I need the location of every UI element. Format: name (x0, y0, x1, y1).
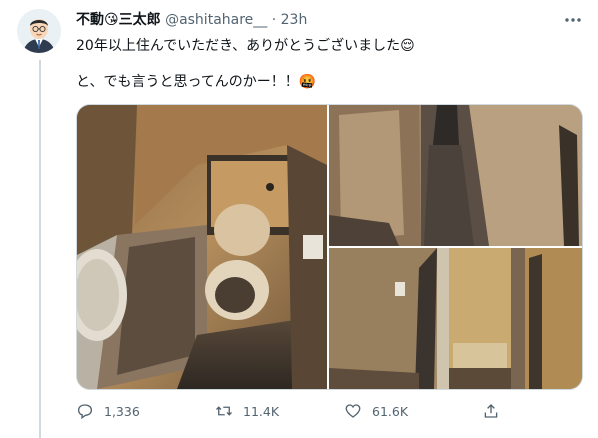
author-name[interactable]: 不動😘三太郎 (76, 12, 161, 28)
retweet-button[interactable]: 11.4K (215, 400, 279, 422)
angry-emoji: 🤬 (298, 74, 317, 90)
retweet-count: 11.4K (243, 403, 280, 419)
reply-button[interactable]: 1,336 (76, 400, 140, 422)
more-button[interactable] (562, 10, 584, 30)
media-grid (76, 104, 583, 390)
tweet-time[interactable]: 23h (281, 12, 308, 28)
reply-count: 1,336 (104, 403, 140, 419)
more-icon (565, 18, 581, 22)
tweet-line-2: と、でも言うと思ってんのかー！！🤬 (76, 74, 317, 90)
photo-bathroom-doorway[interactable] (329, 248, 582, 389)
like-icon (345, 404, 361, 418)
author-name-emoji: 😘 (104, 12, 119, 28)
share-icon (484, 404, 498, 418)
tweet-line-1: 20年以上住んでいただき、ありがとうございました😌 (76, 38, 415, 54)
tweet-actions: 1,336 11.4K 61.6K (76, 400, 581, 422)
relieved-emoji: 😌 (400, 38, 415, 54)
header-separator: · (271, 12, 277, 28)
like-button[interactable]: 61.6K (344, 400, 408, 422)
retweet-icon (216, 406, 232, 416)
thread-line (39, 60, 41, 438)
photo-toilet[interactable] (77, 105, 327, 389)
tweet-text: 20年以上住んでいただき、ありがとうございました😌 と、でも言うと思ってんのかー… (76, 36, 576, 92)
tweet-header: 不動😘三太郎 @ashitahare__ · 23h (76, 11, 307, 29)
photo-hallway[interactable] (329, 105, 582, 246)
author-handle[interactable]: @ashitahare__ (165, 12, 267, 28)
like-count: 61.6K (372, 403, 409, 419)
avatar[interactable] (17, 9, 61, 53)
share-button[interactable] (482, 400, 510, 422)
reply-icon (77, 404, 93, 420)
